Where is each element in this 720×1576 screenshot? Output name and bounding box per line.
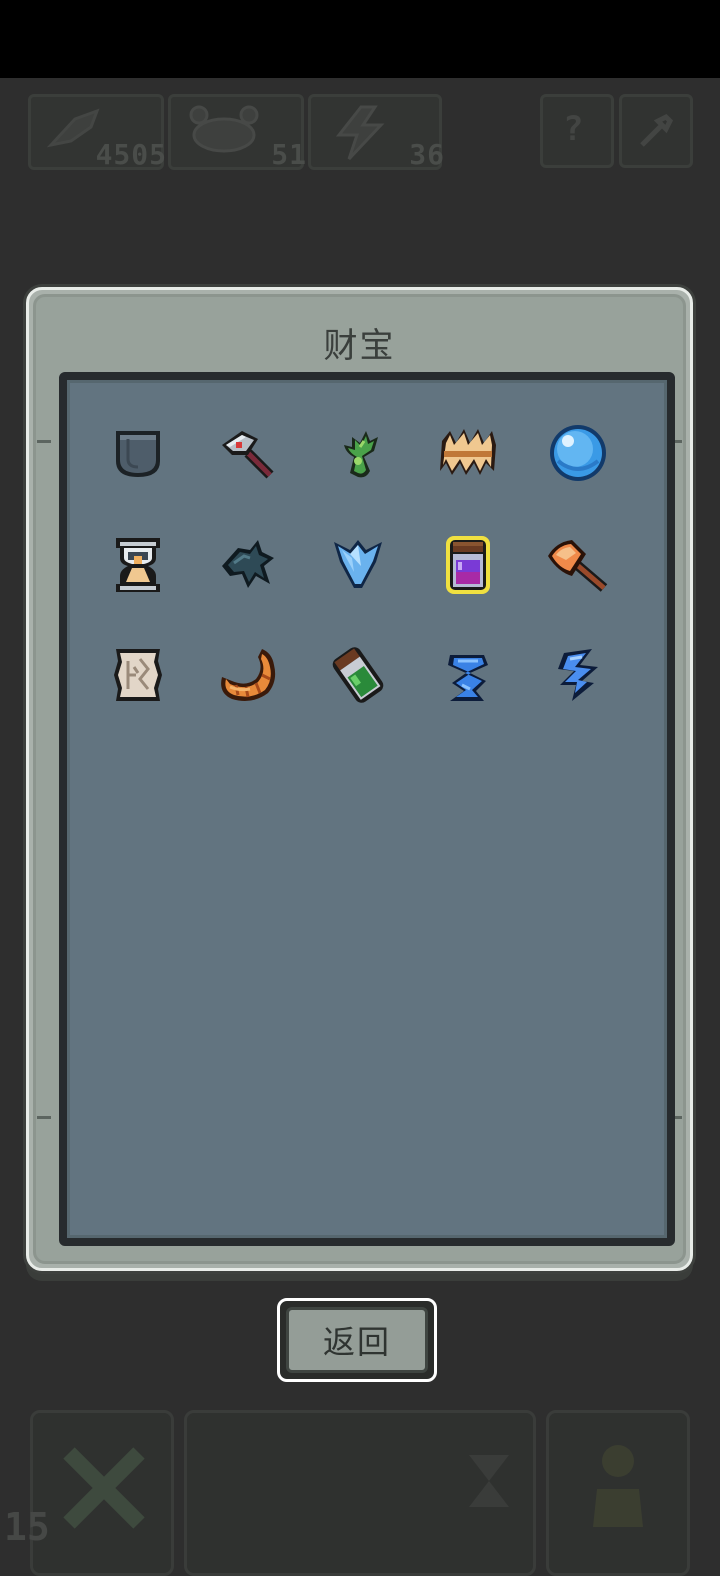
hourglass-helmet-icon[interactable]	[105, 531, 171, 597]
bottom-slot-attack[interactable]	[30, 1410, 174, 1576]
settings-button[interactable]	[619, 94, 693, 168]
energy-count: 36	[409, 138, 445, 171]
blue-swirl-icon[interactable]	[435, 642, 501, 708]
purple-potion-jar-icon[interactable]	[435, 531, 501, 597]
resource-energy: 36	[308, 94, 445, 171]
person-icon	[585, 1439, 651, 1533]
return-button-label: 返回	[286, 1307, 428, 1373]
frame-tick	[37, 440, 51, 443]
frame-tick	[37, 1116, 51, 1119]
pocket-icon[interactable]	[105, 420, 171, 486]
treasure-dialog: 财宝	[26, 287, 693, 1271]
croissant-icon[interactable]	[215, 642, 281, 708]
green-potion-bottle-icon[interactable]	[325, 642, 391, 708]
bottom-slot-center[interactable]	[184, 1410, 536, 1576]
dark-crow-icon[interactable]	[215, 531, 281, 597]
status-bar	[0, 0, 720, 78]
ice-crystal-icon[interactable]	[325, 531, 391, 597]
blue-orb-icon[interactable]	[545, 420, 611, 486]
feather-count: 4505	[95, 138, 167, 171]
return-button[interactable]: 返回	[277, 1298, 437, 1382]
crab-icon	[179, 105, 269, 159]
dialog-title: 财宝	[323, 326, 396, 366]
ancient-scroll-icon[interactable]	[105, 642, 171, 708]
green-sprout-icon[interactable]	[325, 420, 391, 486]
bottom-slot-character[interactable]	[546, 1410, 690, 1576]
resource-crab: 51	[168, 94, 307, 171]
blue-lightning-icon[interactable]	[545, 642, 611, 708]
teeth-crown-icon[interactable]	[435, 420, 501, 486]
lightning-icon	[331, 105, 391, 165]
hourglass-icon	[465, 1451, 513, 1515]
help-button[interactable]: ?	[540, 94, 614, 168]
fire-axe-icon[interactable]	[545, 531, 611, 597]
wrench-icon	[636, 111, 676, 155]
turn-counter: 15	[4, 1505, 50, 1549]
crossed-swords-icon	[59, 1443, 149, 1537]
hammer-icon[interactable]	[215, 420, 281, 486]
crab-count: 51	[271, 138, 307, 171]
resource-feather: 4505	[28, 94, 167, 171]
treasure-panel	[59, 372, 675, 1246]
question-icon: ?	[563, 109, 584, 149]
treasure-grid	[67, 380, 667, 1238]
